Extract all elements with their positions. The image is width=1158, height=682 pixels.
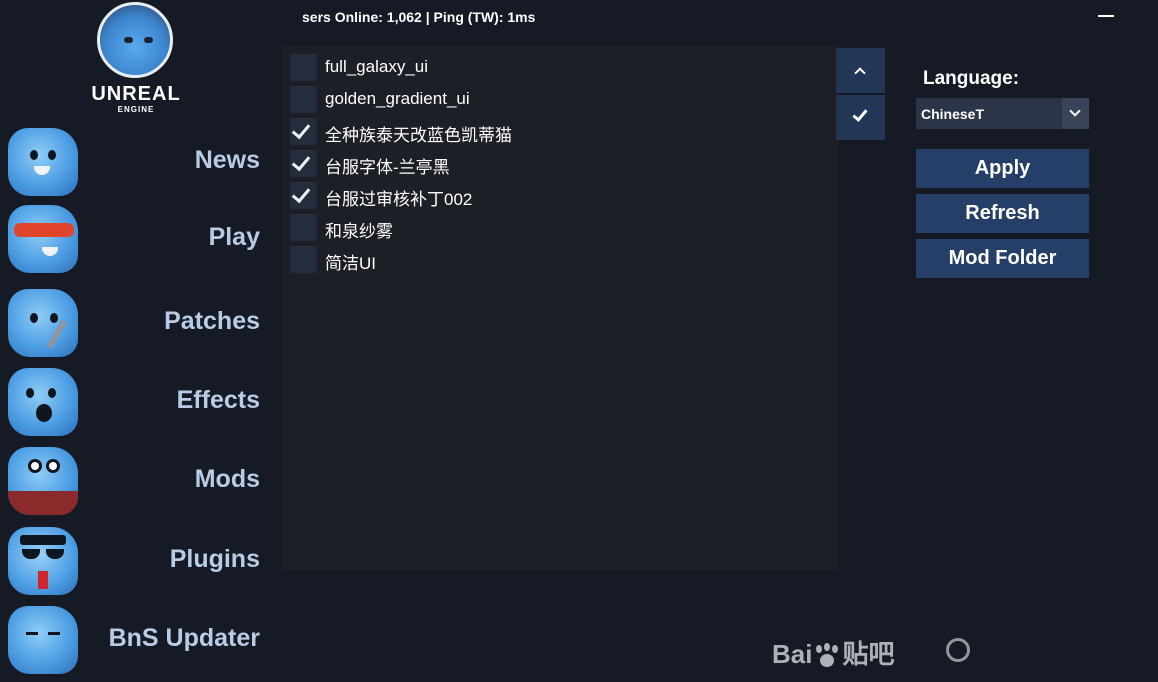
mod-list-item[interactable]: 台服字体-兰亭黑 — [290, 147, 820, 177]
sidebar-item-patches[interactable]: Patches — [0, 285, 282, 361]
mod-name: 台服字体-兰亭黑 — [325, 158, 450, 177]
minimize-icon[interactable] — [1098, 6, 1116, 24]
sidebar-item-plugins[interactable]: Plugins — [0, 523, 282, 599]
sidebar-item-play[interactable]: Play — [0, 201, 282, 277]
mod-checkbox[interactable] — [290, 182, 317, 209]
sidebar-item-bns-updater[interactable]: BnS Updater — [0, 602, 282, 678]
chevron-up-icon — [854, 67, 866, 79]
mod-checkbox[interactable] — [290, 246, 317, 273]
refresh-button[interactable]: Refresh — [916, 194, 1089, 233]
logo-title: UNREAL — [91, 83, 181, 105]
mod-list-item[interactable]: golden_gradient_ui — [290, 83, 820, 113]
sidebar-item-label: Plugins — [169, 545, 260, 573]
mod-folder-button[interactable]: Mod Folder — [916, 239, 1089, 278]
shark-surprised-icon — [8, 368, 78, 436]
sidebar-item-news[interactable]: News — [0, 124, 282, 200]
mod-name: 简洁UI — [325, 254, 376, 273]
apply-button[interactable]: Apply — [916, 149, 1089, 188]
sidebar-item-label: BnS Updater — [108, 624, 260, 652]
watermark-text-right: 贴吧 — [842, 639, 895, 669]
shark-sleep-icon — [8, 606, 78, 674]
sidebar-item-mods[interactable]: Mods — [0, 443, 282, 519]
mod-list-item[interactable]: 台服过审核补丁002 — [290, 179, 820, 209]
checkmark-icon — [291, 183, 311, 204]
watermark-badge-icon — [946, 638, 970, 662]
sidebar-item-label: Effects — [176, 386, 260, 414]
shark-suit-icon — [8, 447, 78, 515]
language-selected-value: ChineseT — [921, 106, 985, 122]
sidebar-item-effects[interactable]: Effects — [0, 364, 282, 440]
mod-checkbox[interactable] — [290, 214, 317, 241]
mod-checkbox[interactable] — [290, 150, 317, 177]
shark-knife-icon — [8, 289, 78, 357]
language-select[interactable]: ChineseT — [916, 98, 1089, 129]
move-up-button[interactable] — [836, 48, 885, 93]
confirm-button[interactable] — [836, 95, 885, 140]
mod-list-panel: full_galaxy_ui golden_gradient_ui 全种族泰天改蓝色… — [282, 45, 838, 571]
mod-name: 和泉纱雾 — [325, 222, 393, 241]
mod-list-item[interactable]: 全种族泰天改蓝色凯蒂猫 — [290, 115, 820, 145]
mod-name: 台服过审核补丁002 — [325, 190, 473, 209]
shark-shades-icon — [8, 527, 78, 595]
mod-list-item[interactable]: 和泉纱雾 — [290, 211, 820, 241]
language-label: Language: — [923, 68, 1020, 89]
sidebar-item-label: Patches — [164, 307, 260, 335]
mod-name: 全种族泰天改蓝色凯蒂猫 — [325, 126, 512, 145]
mod-list-item[interactable]: full_galaxy_ui — [290, 51, 820, 81]
watermark-text-left: Bai — [772, 639, 813, 669]
shark-sunglasses-icon — [8, 205, 78, 273]
mod-checkbox[interactable] — [290, 54, 317, 81]
mod-checkbox[interactable] — [290, 118, 317, 145]
sidebar-item-label: Play — [208, 223, 260, 251]
checkmark-icon — [291, 119, 311, 140]
mod-list-item[interactable]: 简洁UI — [290, 243, 820, 273]
server-status-text: sers Online: 1,062 | Ping (TW): 1ms — [302, 9, 536, 25]
top-bar: sers Online: 1,062 | Ping (TW): 1ms — [282, 0, 1158, 36]
mod-name: golden_gradient_ui — [325, 89, 470, 108]
baidu-tieba-watermark: Bai 贴吧 — [772, 634, 894, 671]
sidebar-item-label: News — [194, 146, 260, 174]
chevron-down-icon — [1069, 105, 1081, 117]
logo-subtitle: ENGINE — [117, 105, 155, 114]
shark-happy-icon — [8, 128, 78, 196]
sidebar: UNREAL ENGINE News Play Patches Effects — [0, 0, 282, 682]
mod-checkbox[interactable] — [290, 86, 317, 113]
dropdown-toggle[interactable] — [1062, 98, 1089, 129]
checkmark-icon — [291, 151, 311, 172]
baidu-paw-icon — [812, 643, 842, 669]
mod-name: full_galaxy_ui — [325, 57, 429, 76]
check-icon — [852, 106, 868, 122]
sidebar-item-label: Mods — [194, 465, 260, 493]
unreal-engine-logo: UNREAL ENGINE — [78, 2, 194, 118]
shark-logo-icon — [97, 2, 173, 78]
